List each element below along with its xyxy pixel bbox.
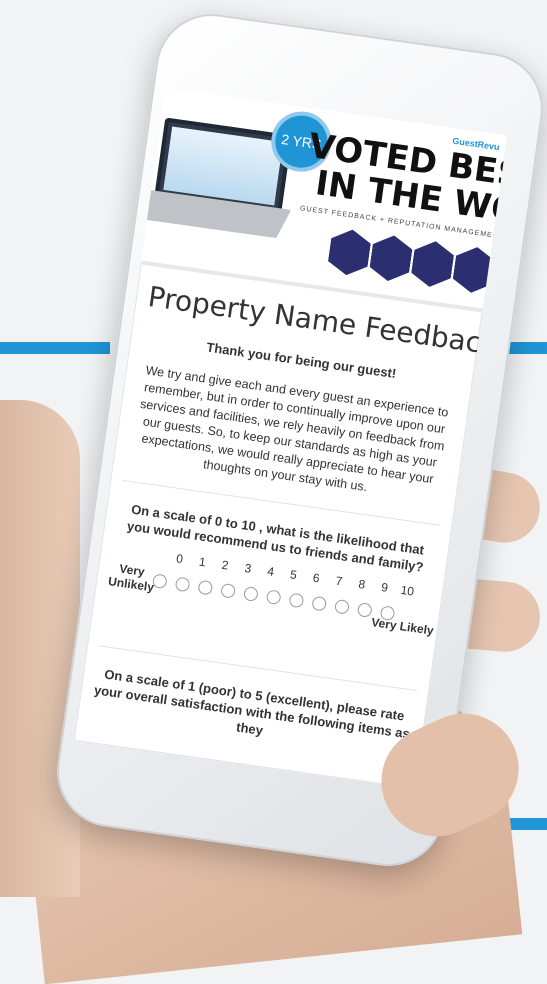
nps-radio-6[interactable]: [288, 592, 305, 609]
nps-scale-number: 0: [175, 551, 184, 567]
accent-stripe-left: [0, 342, 110, 354]
nps-scale-number: 1: [198, 554, 207, 570]
nps-scale-number: 5: [289, 567, 298, 583]
survey-content: Property Name Feedback Thank you for bei…: [78, 278, 499, 761]
nps-radio-8[interactable]: [334, 598, 350, 615]
nps-radio-9[interactable]: [356, 602, 373, 618]
nps-scale-number: 7: [334, 573, 344, 589]
award-badge: [326, 227, 372, 278]
hand-fingers: [0, 400, 80, 897]
nps-scale-number: 6: [311, 570, 321, 586]
nps-radio-0[interactable]: [151, 573, 168, 590]
intro-text: We try and give each and every guest an …: [139, 363, 450, 495]
nps-radio-1[interactable]: [174, 576, 191, 593]
question-satisfaction: On a scale of 1 (poor) to 5 (excellent),…: [93, 666, 411, 742]
nps-scale-number: 9: [380, 580, 389, 595]
nps-scale-number: 2: [220, 557, 230, 573]
nps-radio-4[interactable]: [242, 586, 259, 602]
nps-radio-2[interactable]: [197, 579, 214, 596]
nps-scale-number: 3: [243, 560, 253, 576]
nps-low-label: Very Unlikely: [107, 561, 155, 595]
nps-radio-5[interactable]: [265, 589, 282, 606]
nps-radio-3[interactable]: [220, 582, 237, 599]
award-badge: [368, 233, 414, 284]
nps-scale-number: 4: [266, 564, 276, 579]
nps-scale-number: 8: [357, 576, 367, 592]
nps-radio-7[interactable]: [311, 595, 328, 612]
nps-scale-number: 10: [399, 582, 415, 599]
award-badges: [326, 227, 497, 296]
award-badge: [410, 239, 456, 290]
